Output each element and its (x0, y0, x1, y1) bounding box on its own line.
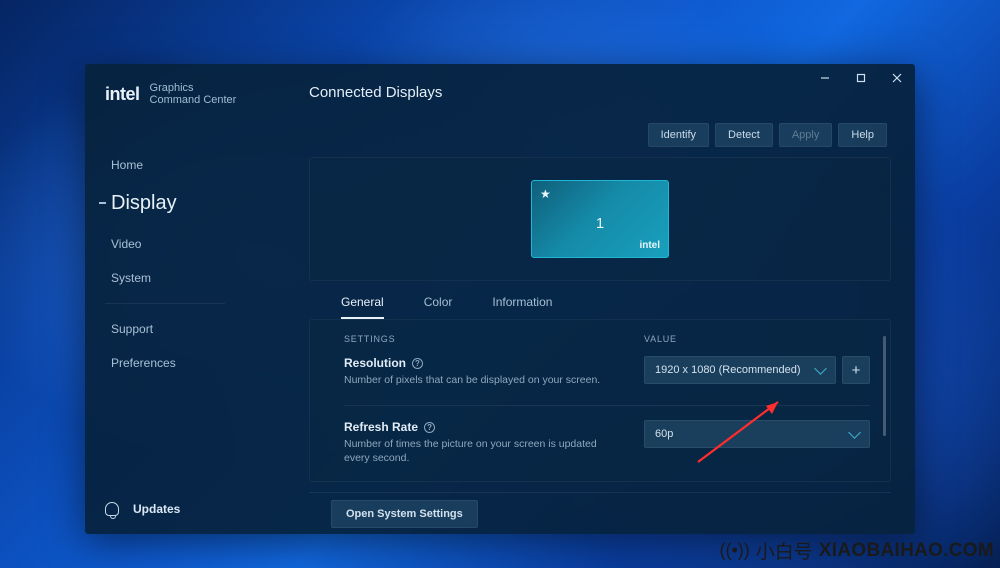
app-subtitle: Graphics Command Center (150, 82, 245, 106)
app-window: intel Graphics Command Center Home Displ… (85, 64, 915, 534)
main-panel: Connected Displays Identify Detect Apply… (245, 64, 915, 534)
sidebar-divider (105, 303, 225, 304)
action-buttons: Identify Detect Apply Help (245, 123, 887, 147)
monitor-brand: intel (639, 240, 660, 251)
sidebar-updates[interactable]: Updates (85, 502, 245, 534)
tab-information[interactable]: Information (492, 295, 552, 319)
resolution-desc: Number of pixels that can be displayed o… (344, 373, 614, 387)
sidebar-item-support[interactable]: Support (85, 312, 245, 346)
monitor-card-1[interactable]: ★ 1 intel (531, 180, 669, 258)
column-headers: SETTINGS VALUE (344, 334, 870, 344)
refresh-value: 60p (655, 428, 673, 440)
apply-button[interactable]: Apply (779, 123, 833, 147)
setting-row-refresh: Refresh Rate? Number of times the pictur… (344, 420, 870, 465)
refresh-title: Refresh Rate (344, 420, 418, 434)
maximize-button[interactable] (843, 64, 879, 92)
add-resolution-button[interactable]: + (842, 356, 870, 384)
watermark-url: XIAOBAIHAO.COM (819, 540, 994, 562)
settings-header: SETTINGS (344, 334, 644, 344)
bell-icon (105, 502, 119, 516)
updates-label: Updates (133, 502, 180, 516)
detect-button[interactable]: Detect (715, 123, 773, 147)
footer-row: Open System Settings (309, 492, 891, 534)
intel-logo: intel (105, 84, 140, 105)
window-controls (807, 64, 915, 92)
brand: intel Graphics Command Center (85, 82, 245, 106)
identify-button[interactable]: Identify (648, 123, 709, 147)
tabs: General Color Information (341, 295, 891, 319)
connected-displays-panel: ★ 1 intel (309, 157, 891, 281)
value-header: VALUE (644, 334, 677, 344)
sidebar-item-system[interactable]: System (85, 261, 245, 295)
minimize-button[interactable] (807, 64, 843, 92)
close-button[interactable] (879, 64, 915, 92)
scrollbar[interactable] (883, 336, 886, 436)
page-title: Connected Displays (309, 84, 891, 101)
watermark-cn: 小白号 (756, 537, 813, 564)
monitor-number: 1 (532, 215, 668, 232)
chevron-down-icon (848, 426, 861, 439)
setting-row-resolution: Resolution? Number of pixels that can be… (344, 356, 870, 387)
help-button[interactable]: Help (838, 123, 887, 147)
settings-panel: SETTINGS VALUE Resolution? Number of pix… (309, 319, 891, 482)
sidebar-item-video[interactable]: Video (85, 227, 245, 261)
tab-general[interactable]: General (341, 295, 384, 319)
info-icon[interactable]: ? (412, 358, 423, 369)
resolution-value: 1920 x 1080 (Recommended) (655, 364, 801, 376)
tab-color[interactable]: Color (424, 295, 453, 319)
chevron-down-icon (814, 362, 827, 375)
sidebar: intel Graphics Command Center Home Displ… (85, 64, 245, 534)
resolution-title: Resolution (344, 356, 406, 370)
wifi-icon: ((•)) (720, 540, 750, 561)
open-system-settings-button[interactable]: Open System Settings (331, 500, 478, 528)
info-icon[interactable]: ? (424, 422, 435, 433)
sidebar-item-preferences[interactable]: Preferences (85, 346, 245, 380)
refresh-dropdown[interactable]: 60p (644, 420, 870, 448)
sidebar-item-display[interactable]: Display (85, 182, 245, 227)
page-watermark: ((•)) 小白号 XIAOBAIHAO.COM (720, 537, 995, 564)
refresh-desc: Number of times the picture on your scre… (344, 437, 614, 465)
desktop-background: intel Graphics Command Center Home Displ… (0, 0, 1000, 568)
resolution-dropdown[interactable]: 1920 x 1080 (Recommended) (644, 356, 836, 384)
row-divider (344, 405, 870, 406)
sidebar-item-home[interactable]: Home (85, 148, 245, 182)
sidebar-nav: Home Display Video System Support Prefer… (85, 148, 245, 380)
primary-star-icon: ★ (540, 187, 551, 201)
